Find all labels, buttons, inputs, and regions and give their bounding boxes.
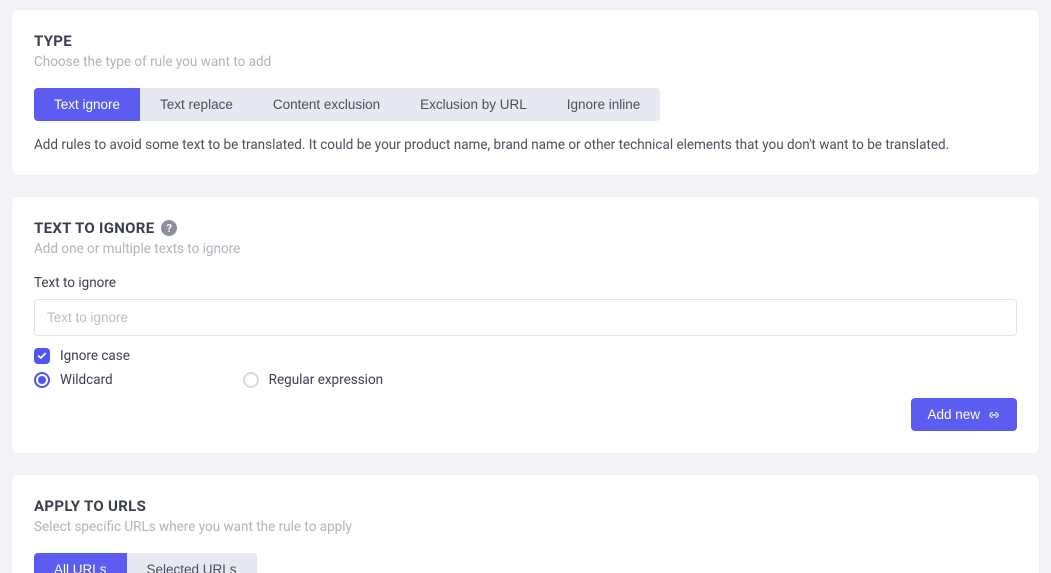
tab-exclusion-by-url[interactable]: Exclusion by URL	[400, 88, 547, 121]
add-new-label: Add new	[927, 407, 980, 422]
radio-regex[interactable]	[243, 372, 259, 388]
radio-regex-label: Regular expression	[269, 372, 383, 388]
apply-subtitle: Select specific URLs where you want the …	[34, 519, 1017, 535]
apply-urls-card: APPLY TO URLS Select specific URLs where…	[12, 475, 1039, 573]
help-icon[interactable]: ?	[161, 220, 177, 236]
radio-wildcard-label: Wildcard	[60, 372, 113, 388]
ignore-case-label: Ignore case	[60, 348, 130, 364]
radio-regex-row[interactable]: Regular expression	[243, 372, 383, 388]
type-tabs: Text ignore Text replace Content exclusi…	[34, 88, 660, 121]
ignore-case-row[interactable]: Ignore case	[34, 348, 1017, 364]
apply-title: APPLY TO URLS	[34, 497, 1017, 515]
tab-selected-urls[interactable]: Selected URLs	[127, 553, 257, 573]
text-to-ignore-input[interactable]	[34, 299, 1017, 336]
tab-content-exclusion[interactable]: Content exclusion	[253, 88, 400, 121]
radio-wildcard-row[interactable]: Wildcard	[34, 372, 113, 388]
tab-text-replace[interactable]: Text replace	[140, 88, 253, 121]
type-description: Add rules to avoid some text to be trans…	[34, 137, 1017, 153]
link-icon	[987, 409, 1001, 421]
type-subtitle: Choose the type of rule you want to add	[34, 54, 1017, 70]
add-new-button[interactable]: Add new	[911, 398, 1017, 431]
text-to-ignore-card: TEXT TO IGNORE ? Add one or multiple tex…	[12, 197, 1039, 453]
ignore-title: TEXT TO IGNORE ?	[34, 219, 1017, 237]
radio-wildcard[interactable]	[34, 372, 50, 388]
tab-text-ignore[interactable]: Text ignore	[34, 88, 140, 121]
type-title: TYPE	[34, 32, 1017, 50]
ignore-title-text: TEXT TO IGNORE	[34, 219, 154, 237]
ignore-case-checkbox[interactable]	[34, 348, 50, 364]
apply-tabs: All URLs Selected URLs	[34, 553, 257, 573]
type-card: TYPE Choose the type of rule you want to…	[12, 10, 1039, 175]
ignore-subtitle: Add one or multiple texts to ignore	[34, 241, 1017, 257]
ignore-field-label: Text to ignore	[34, 275, 1017, 291]
match-mode-group: Wildcard Regular expression	[34, 372, 1017, 388]
tab-all-urls[interactable]: All URLs	[34, 553, 127, 573]
tab-ignore-inline[interactable]: Ignore inline	[547, 88, 661, 121]
